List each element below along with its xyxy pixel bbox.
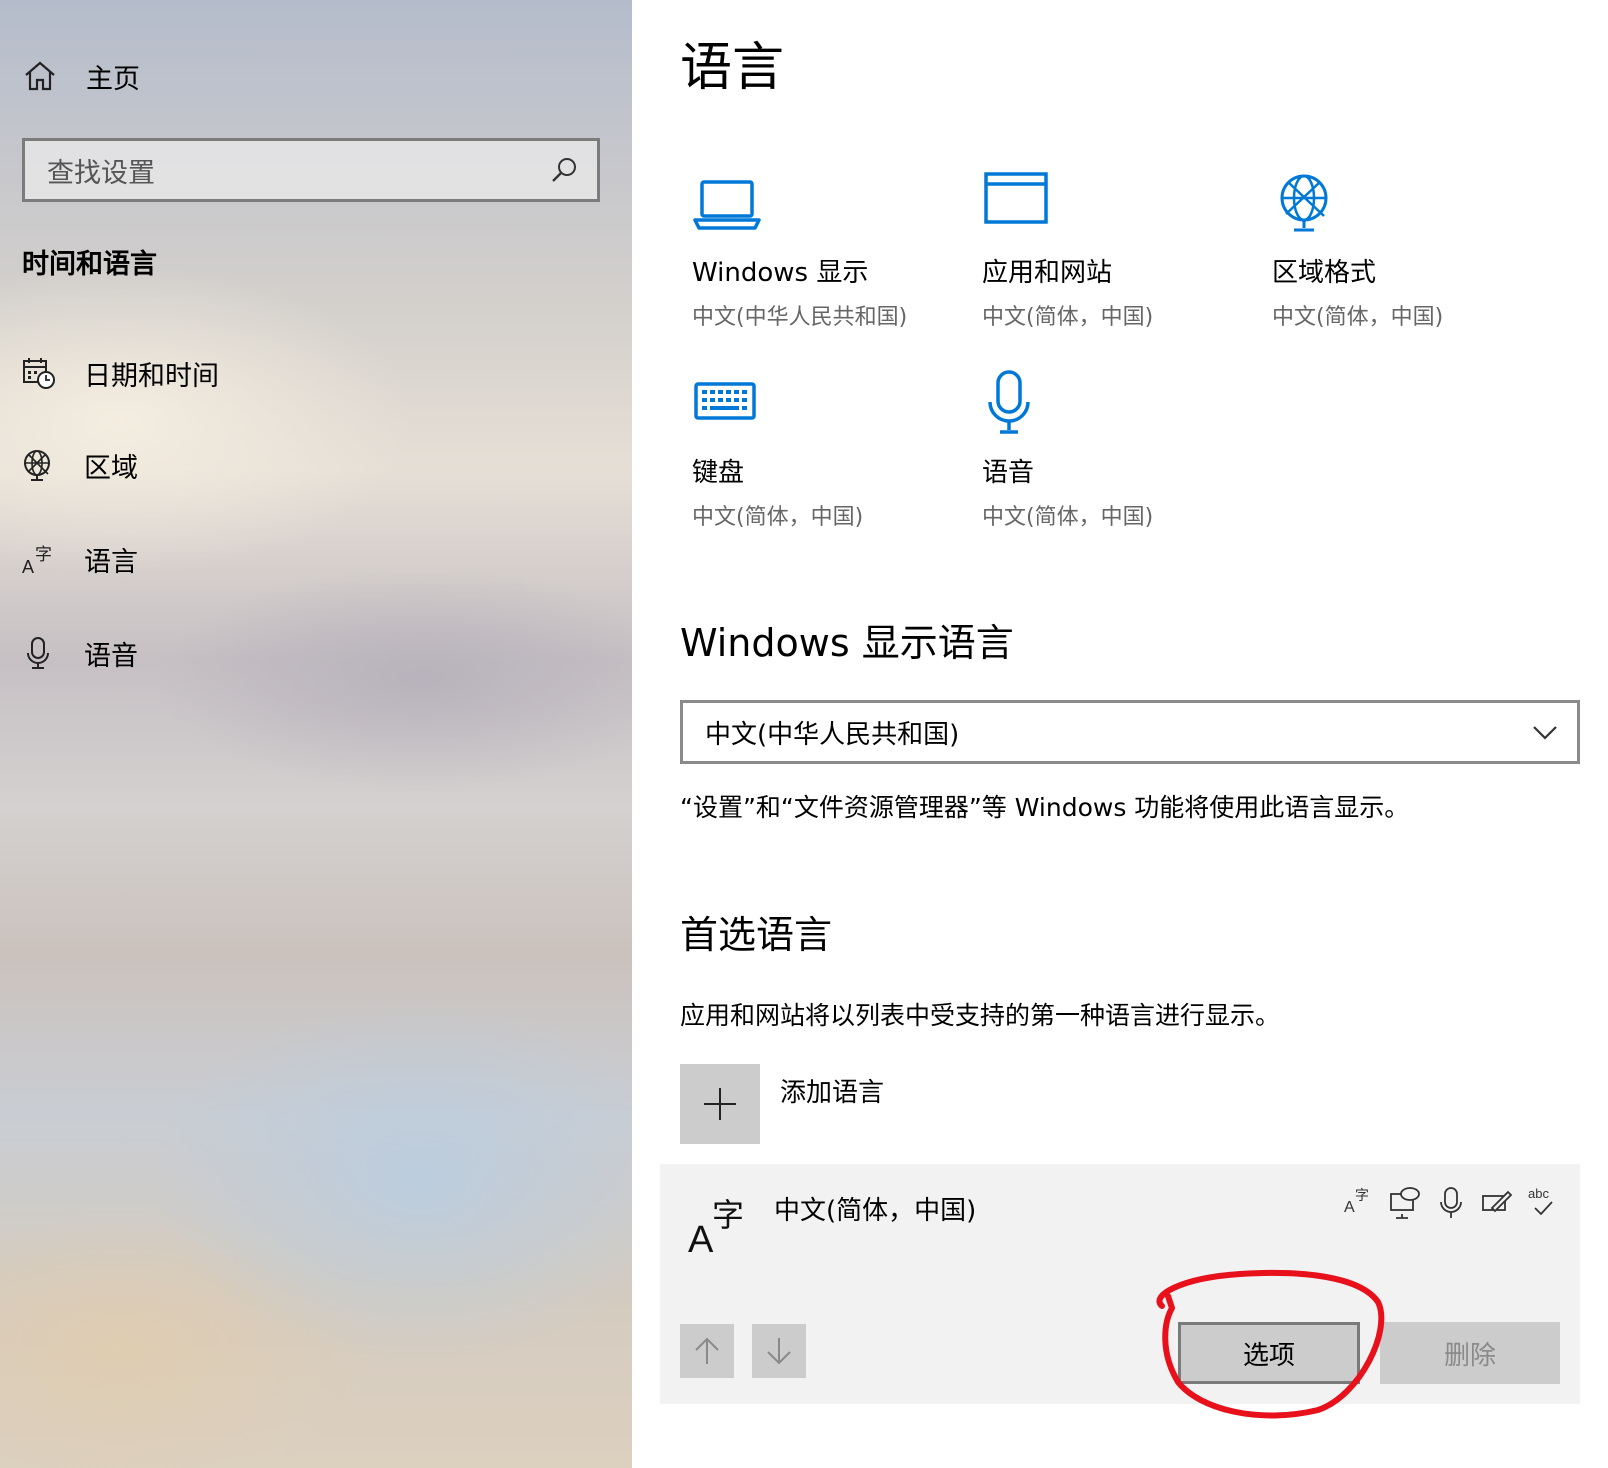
sidebar-item-label: 语言 xyxy=(84,546,138,578)
arrow-up-icon xyxy=(695,1337,719,1364)
home-label: 主页 xyxy=(86,63,140,95)
tile-keyboard[interactable]: 键盘 中文(简体，中国) xyxy=(692,370,982,531)
tile-title: Windows 显示 xyxy=(692,258,869,288)
arrow-down-icon xyxy=(767,1338,791,1365)
section-title: 时间和语言 xyxy=(22,249,157,280)
globe-icon xyxy=(1280,174,1328,232)
display-language-select[interactable]: 中文(中华人民共和国) xyxy=(680,700,1580,764)
tile-subtitle: 中文(简体，中国) xyxy=(982,305,1154,330)
microphone-icon xyxy=(1440,1187,1462,1218)
language-icon: A 字 xyxy=(22,545,52,576)
tile-subtitle: 中文(中华人民共和国) xyxy=(692,305,908,330)
home-icon xyxy=(25,61,55,91)
keyboard-icon xyxy=(694,382,756,420)
add-language-box[interactable] xyxy=(680,1064,760,1144)
tile-subtitle: 中文(简体，中国) xyxy=(982,505,1154,530)
tile-windows-display[interactable]: Windows 显示 中文(中华人民共和国) xyxy=(692,170,982,331)
sidebar-item-speech[interactable]: 语音 xyxy=(22,628,138,678)
home-link[interactable]: 主页 xyxy=(22,52,140,100)
tile-title: 语音 xyxy=(982,458,1035,488)
microphone-icon xyxy=(27,637,49,669)
add-language-button[interactable]: 添加语言 xyxy=(680,1064,884,1144)
calendar-clock-icon xyxy=(23,358,55,389)
display-language-value: 中文(中华人民共和国) xyxy=(705,719,960,750)
spell-check-icon: abc xyxy=(1528,1186,1553,1216)
language-name: 中文(简体，中国) xyxy=(774,1196,977,1226)
search-input[interactable]: 查找设置 xyxy=(47,151,155,190)
search-icon[interactable] xyxy=(549,155,579,185)
language-icon: A 字 xyxy=(688,1196,744,1256)
tile-title: 键盘 xyxy=(692,458,745,488)
svg-text:字: 字 xyxy=(35,545,52,565)
globe-icon xyxy=(24,450,50,481)
sidebar-item-label: 区域 xyxy=(84,452,138,484)
tile-title: 区域格式 xyxy=(1272,258,1377,288)
svg-text:A: A xyxy=(22,557,34,576)
microphone-icon xyxy=(988,370,1030,434)
tile-subtitle: 中文(简体，中国) xyxy=(1272,305,1444,330)
remove-button[interactable]: 删除 xyxy=(1380,1322,1560,1384)
sidebar-item-language[interactable]: A 字 语言 xyxy=(22,534,138,584)
svg-text:abc: abc xyxy=(1528,1186,1549,1201)
options-button[interactable]: 选项 xyxy=(1178,1322,1360,1384)
main-content: 语言 Windows 显示 中文(中华人民共和国) 应用和网站 中文(简体，中国… xyxy=(632,0,1608,1468)
preferred-language-description: 应用和网站将以列表中受支持的第一种语言进行显示。 xyxy=(680,1001,1281,1030)
move-down-button[interactable] xyxy=(752,1324,806,1378)
display-language-heading: Windows 显示语言 xyxy=(680,621,1014,665)
language-feature-icons: A 字 abc xyxy=(1330,1182,1560,1222)
move-up-button[interactable] xyxy=(680,1324,734,1378)
language-pack-icon: A 字 xyxy=(1344,1188,1369,1216)
text-to-speech-icon xyxy=(1390,1187,1420,1219)
svg-text:A: A xyxy=(688,1219,714,1256)
add-language-label: 添加语言 xyxy=(780,1078,885,1108)
page-title: 语言 xyxy=(680,38,785,98)
window-icon xyxy=(984,172,1048,224)
plus-icon xyxy=(704,1088,736,1120)
sidebar-item-label: 日期和时间 xyxy=(84,360,219,392)
search-box[interactable]: 查找设置 xyxy=(22,138,600,202)
language-list-item[interactable]: A 字 中文(简体，中国) A 字 abc 选项 删除 xyxy=(660,1164,1580,1404)
svg-text:A: A xyxy=(1344,1199,1355,1216)
tile-apps-websites[interactable]: 应用和网站 中文(简体，中国) xyxy=(982,170,1272,331)
tile-regional-format[interactable]: 区域格式 中文(简体，中国) xyxy=(1272,170,1562,331)
preferred-language-heading: 首选语言 xyxy=(680,913,833,957)
handwriting-icon xyxy=(1482,1190,1513,1213)
laptop-icon xyxy=(693,180,761,230)
svg-text:字: 字 xyxy=(712,1196,744,1234)
tile-subtitle: 中文(简体，中国) xyxy=(692,505,864,530)
sidebar-item-region[interactable]: 区域 xyxy=(22,440,138,490)
sidebar-item-date-time[interactable]: 日期和时间 xyxy=(22,348,219,398)
sidebar: 主页 查找设置 时间和语言 日期和时间 区域 A 字 语言 语音 xyxy=(0,0,632,1468)
chevron-down-icon xyxy=(1533,726,1557,740)
display-language-description: “设置”和“文件资源管理器”等 Windows 功能将使用此语言显示。 xyxy=(680,793,1410,822)
svg-text:字: 字 xyxy=(1355,1188,1369,1204)
sidebar-item-label: 语音 xyxy=(84,640,138,672)
tile-title: 应用和网站 xyxy=(982,258,1113,288)
tile-speech[interactable]: 语音 中文(简体，中国) xyxy=(982,370,1272,531)
